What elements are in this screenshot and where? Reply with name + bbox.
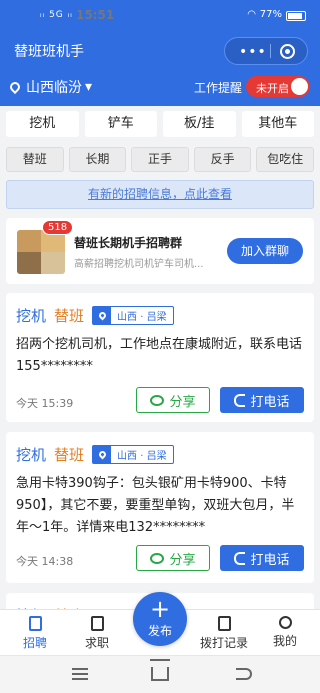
phone-record-icon (217, 616, 231, 631)
call-label: 打电话 (250, 552, 290, 568)
share-button[interactable]: 分享 (136, 545, 210, 571)
signal-indicator: ᵢᵢ 5G ᵢᵢ (40, 10, 73, 20)
wechat-icon (150, 394, 165, 406)
location-pin-icon (93, 307, 112, 324)
filter-long-term[interactable]: 长期 (68, 147, 127, 172)
job-kind: 替班 (54, 307, 85, 325)
city-selector[interactable]: 山西临汾 ▾ (7, 77, 93, 97)
reminder-toggle[interactable]: 未开启 (246, 76, 310, 97)
call-button[interactable]: 打电话 (220, 545, 304, 571)
tab-job-seek-label: 求职 (84, 636, 109, 650)
publish-button[interactable]: + 发布 (133, 592, 187, 646)
filter-main-operator[interactable]: 正手 (131, 147, 189, 172)
job-time: 今天 15:39 (16, 397, 74, 410)
join-group-button[interactable]: 加入群聊 (227, 238, 303, 264)
new-jobs-notice[interactable]: 有新的招聘信息，点此查看 (6, 180, 314, 209)
system-nav-bar (0, 655, 320, 693)
group-card: 518 替班长期机手招聘群 高薪招聘挖机司机铲车司机... 加入群聊 (6, 218, 314, 284)
group-description: 高薪招聘挖机司机铲车司机... (74, 259, 204, 270)
job-location-badge: 山西 · 吕梁 (92, 306, 174, 325)
tab-mine[interactable]: 我的 (260, 616, 310, 649)
tab-mine-label: 我的 (272, 634, 297, 648)
job-tags: 挖机 替班 山西 · 吕梁 (16, 305, 174, 326)
category-trailer[interactable]: 板/挂 (163, 111, 236, 137)
app-header: 替班班机手 ••• (0, 34, 320, 68)
home-icon[interactable] (150, 659, 170, 681)
resume-icon (90, 616, 104, 631)
filter-room-board[interactable]: 包吃住 (256, 147, 314, 172)
phone-icon (234, 551, 246, 565)
capsule-divider (270, 44, 271, 58)
job-description: 急用卡特390钩子：包头银矿用卡特900、卡特950】，其它不要，要重型单钩，双… (16, 476, 295, 535)
job-tags: 挖机 替班 山西 · 吕梁 (16, 444, 174, 465)
location-bar: 山西临汾 ▾ 工作提醒 未开启 (0, 68, 320, 106)
job-card[interactable]: 挖机 替班 山西 · 吕梁 招两个挖机司机，工作地点在康城附近，联系电话155*… (6, 293, 314, 422)
category-excavator[interactable]: 挖机 (6, 111, 79, 137)
group-thumbnail (17, 230, 65, 274)
tab-recruit-label: 招聘 (22, 636, 47, 650)
recruit-icon (28, 616, 42, 631)
job-type: 挖机 (16, 307, 47, 325)
plus-icon: + (149, 595, 171, 623)
category-loader[interactable]: 铲车 (84, 111, 157, 137)
group-title: 替班长期机手招聘群 (74, 236, 183, 250)
chevron-down-icon: ▾ (85, 79, 93, 95)
job-description: 招两个挖机司机，工作地点在康城附近，联系电话155******** (16, 337, 303, 374)
person-icon (278, 616, 292, 629)
city-name: 山西临汾 (26, 80, 82, 96)
toggle-knob (291, 78, 308, 95)
filter-substitute[interactable]: 替班 (6, 147, 64, 172)
status-time: 15:51 (76, 8, 115, 22)
status-bar: ᵢᵢ 5G ᵢᵢ 15:51 ◠ 77% (0, 0, 320, 34)
share-button[interactable]: 分享 (136, 387, 210, 413)
call-button[interactable]: 打电话 (220, 387, 304, 413)
tab-call-records[interactable]: 拨打记录 (194, 616, 254, 651)
job-location: 山西 · 吕梁 (117, 312, 167, 323)
work-reminder-label: 工作提醒 (193, 81, 242, 95)
tab-call-records-label: 拨打记录 (199, 636, 248, 650)
job-location-badge: 山西 · 吕梁 (92, 445, 174, 464)
tab-recruit[interactable]: 招聘 (10, 616, 60, 651)
wechat-icon (150, 552, 165, 564)
call-label: 打电话 (250, 394, 290, 410)
share-label: 分享 (169, 394, 196, 410)
wifi-icon: ◠ (247, 9, 256, 20)
battery-icon (286, 11, 306, 21)
job-location: 山西 · 吕梁 (117, 451, 167, 462)
share-label: 分享 (169, 552, 196, 568)
menu-icon[interactable] (72, 668, 88, 680)
subcategory-filters: 替班 长期 正手 反手 包吃住 (6, 147, 314, 172)
location-pin-icon (7, 79, 23, 95)
battery-percent: 77% (259, 9, 282, 20)
category-tabs: 挖机 铲车 板/挂 其他车 (6, 111, 314, 137)
reminder-toggle-label: 未开启 (256, 82, 289, 95)
tab-job-seek[interactable]: 求职 (72, 616, 122, 651)
job-card[interactable]: 挖机 替班 山西 · 吕梁 急用卡特390钩子：包头银矿用卡特900、卡特950… (6, 432, 314, 583)
back-icon[interactable] (236, 668, 252, 680)
job-kind: 替班 (54, 446, 85, 464)
close-miniprogram-icon[interactable] (280, 44, 295, 59)
location-pin-icon (93, 446, 112, 463)
group-member-badge: 518 (42, 220, 74, 235)
app-title: 替班班机手 (14, 44, 84, 60)
more-menu-icon[interactable]: ••• (239, 44, 267, 60)
job-type: 挖机 (16, 446, 47, 464)
publish-label: 发布 (147, 624, 172, 638)
miniprogram-capsule: ••• (224, 37, 308, 65)
filter-reverse-operator[interactable]: 反手 (193, 147, 252, 172)
phone-icon (234, 393, 246, 407)
job-time: 今天 14:38 (16, 555, 74, 568)
category-other-vehicle[interactable]: 其他车 (241, 111, 314, 137)
